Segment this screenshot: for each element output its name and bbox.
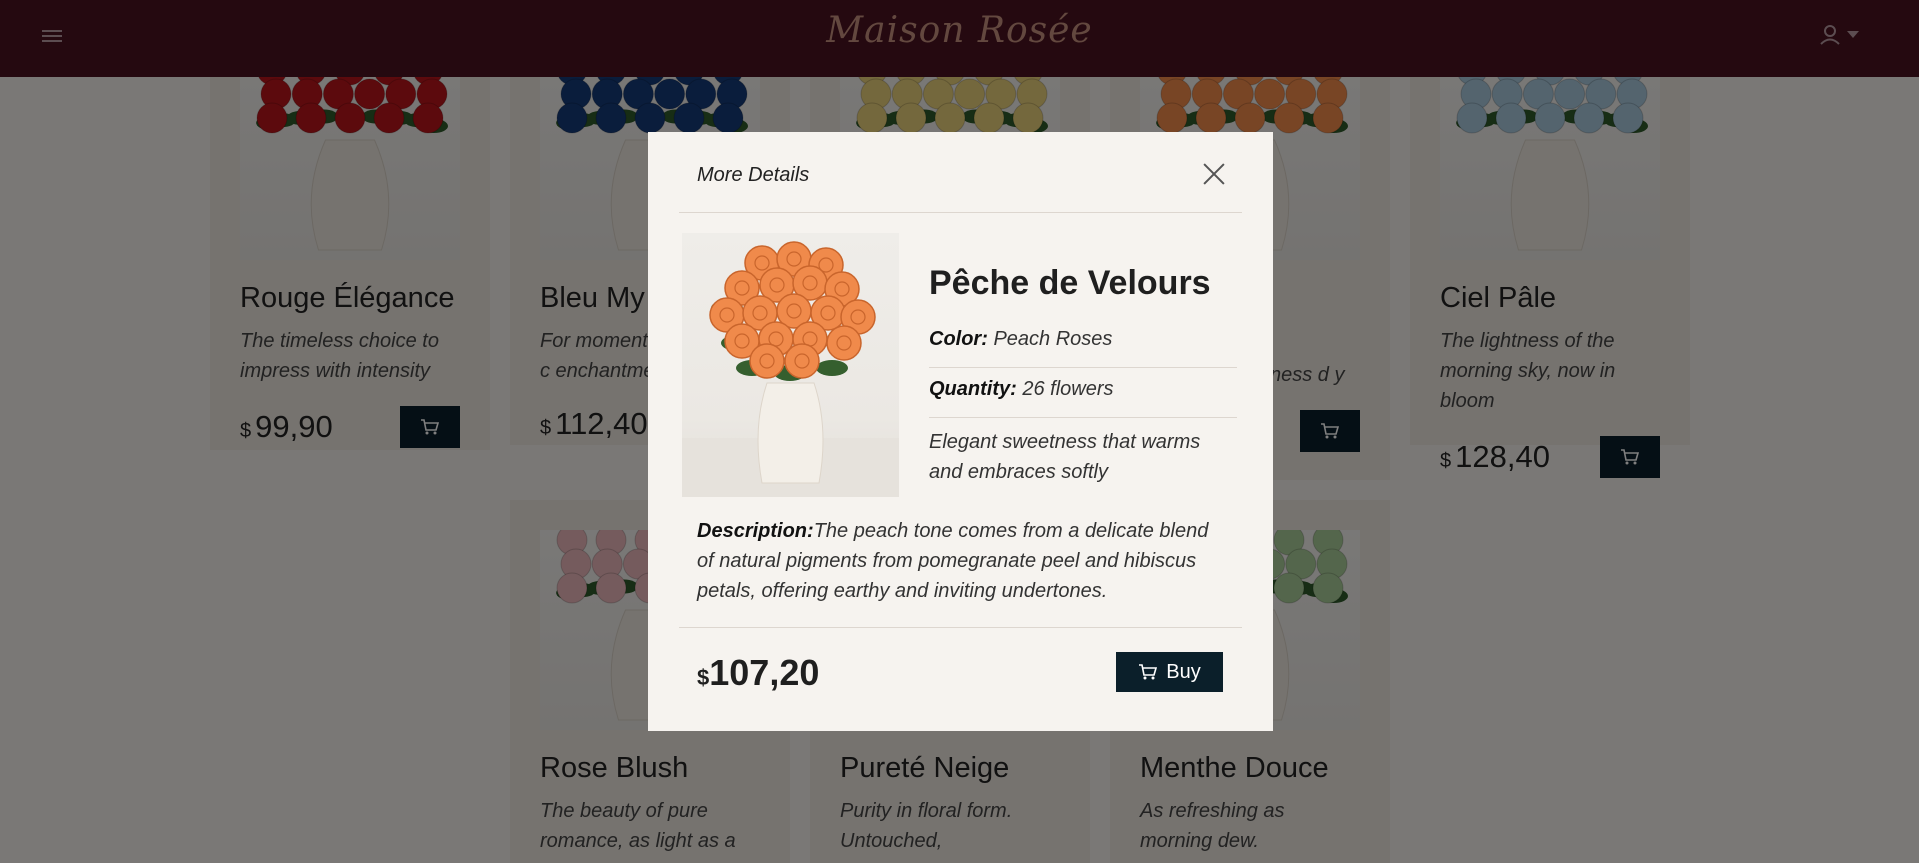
product-description: Description:The peach tone comes from a … bbox=[697, 520, 1209, 602]
product-name: Pêche de Velours bbox=[929, 264, 1211, 302]
product-color: Color: Peach Roses bbox=[929, 326, 1237, 368]
close-icon[interactable] bbox=[1202, 162, 1226, 186]
rose-bouquet-image bbox=[682, 241, 899, 497]
modal-footer-divider bbox=[679, 627, 1242, 628]
product-price: $107,20 bbox=[697, 652, 820, 693]
product-tagline: Elegant sweetness that warms and embrace… bbox=[929, 431, 1201, 483]
modal-title: More Details bbox=[697, 164, 810, 186]
product-image bbox=[682, 233, 899, 497]
product-quantity: Quantity: 26 flowers bbox=[929, 376, 1237, 418]
product-details-modal: More Details Pêche de Velours Color: Pea… bbox=[648, 132, 1273, 731]
modal-header: More Details bbox=[679, 132, 1242, 213]
buy-button-label: Buy bbox=[1166, 660, 1201, 683]
buy-button[interactable]: Buy bbox=[1116, 652, 1223, 692]
cart-icon bbox=[1139, 664, 1158, 680]
